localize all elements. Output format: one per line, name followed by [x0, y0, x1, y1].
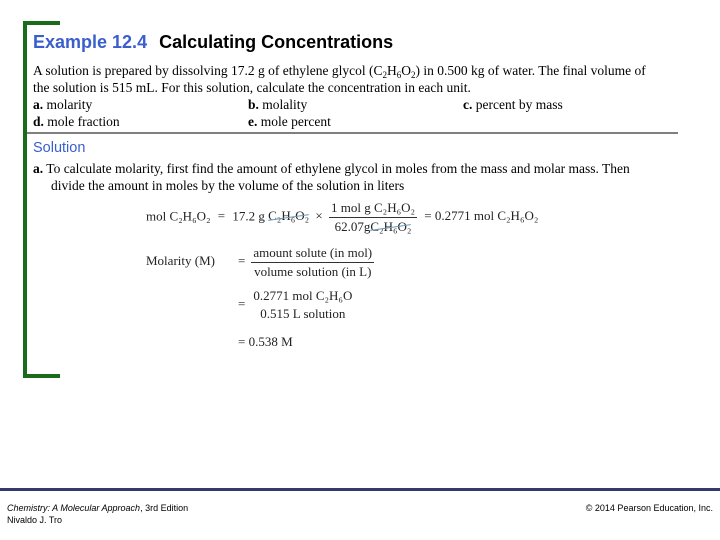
footer-rule [0, 488, 720, 491]
equation-molarity-definition: Molarity (M) = amount solute (in mol) volum… [146, 245, 375, 279]
example-number: Example 12.4 [33, 32, 148, 52]
problem-statement: A solution is prepared by dissolving 17.… [33, 62, 646, 96]
green-bracket-vertical [23, 21, 27, 378]
section-divider [27, 132, 678, 134]
equation-moles: mol C₂H₆O₂ = 17.2 g C₂H₆O₂ × 1 mol g C₂H… [146, 200, 539, 234]
problem-options: a. molarity b. molality c. percent by ma… [33, 96, 673, 130]
example-name: Calculating Concentrations [159, 32, 394, 52]
green-bracket-top [23, 21, 60, 25]
option-c: c. percent by mass [463, 97, 563, 112]
option-b: b. molality [248, 97, 308, 112]
footer-citation: Chemistry: A Molecular Approach, 3rd Edi… [7, 503, 189, 525]
footer-copyright: © 2014 Pearson Education, Inc. [585, 503, 713, 513]
solution-heading: Solution [33, 140, 86, 156]
problem-line-2: the solution is 515 mL. For this solutio… [33, 80, 471, 95]
problem-line-1: A solution is prepared by dissolving 17.… [33, 63, 646, 80]
book-author: Nivaldo J. Tro [7, 515, 63, 525]
book-title: Chemistry: A Molecular Approach [7, 503, 141, 513]
solution-part-a: a. To calculate molarity, first find the… [33, 161, 630, 193]
option-a: a. molarity [33, 97, 93, 112]
equation-molarity-result: = 0.538 M [238, 334, 293, 349]
green-bracket-bottom [23, 374, 60, 378]
option-e: e. mole percent [248, 114, 331, 129]
option-d: d. mole fraction [33, 114, 120, 129]
example-title: Example 12.4 Calculating Concentrations [33, 32, 393, 53]
equation-molarity-substitution: = 0.2771 mol C₂H₆O 0.515 L solution [238, 288, 353, 321]
